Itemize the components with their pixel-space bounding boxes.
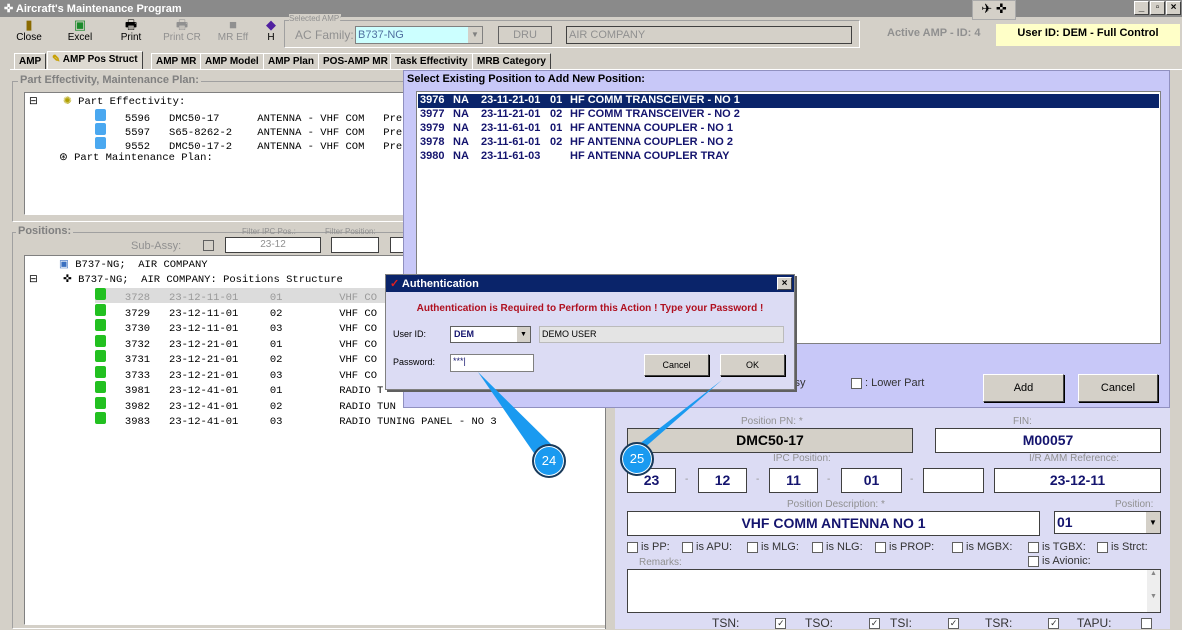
callout-24: 24 <box>532 444 566 478</box>
callout-24-pointer <box>478 372 553 456</box>
callout-25: 25 <box>620 442 654 476</box>
callout-pointers <box>478 372 722 456</box>
